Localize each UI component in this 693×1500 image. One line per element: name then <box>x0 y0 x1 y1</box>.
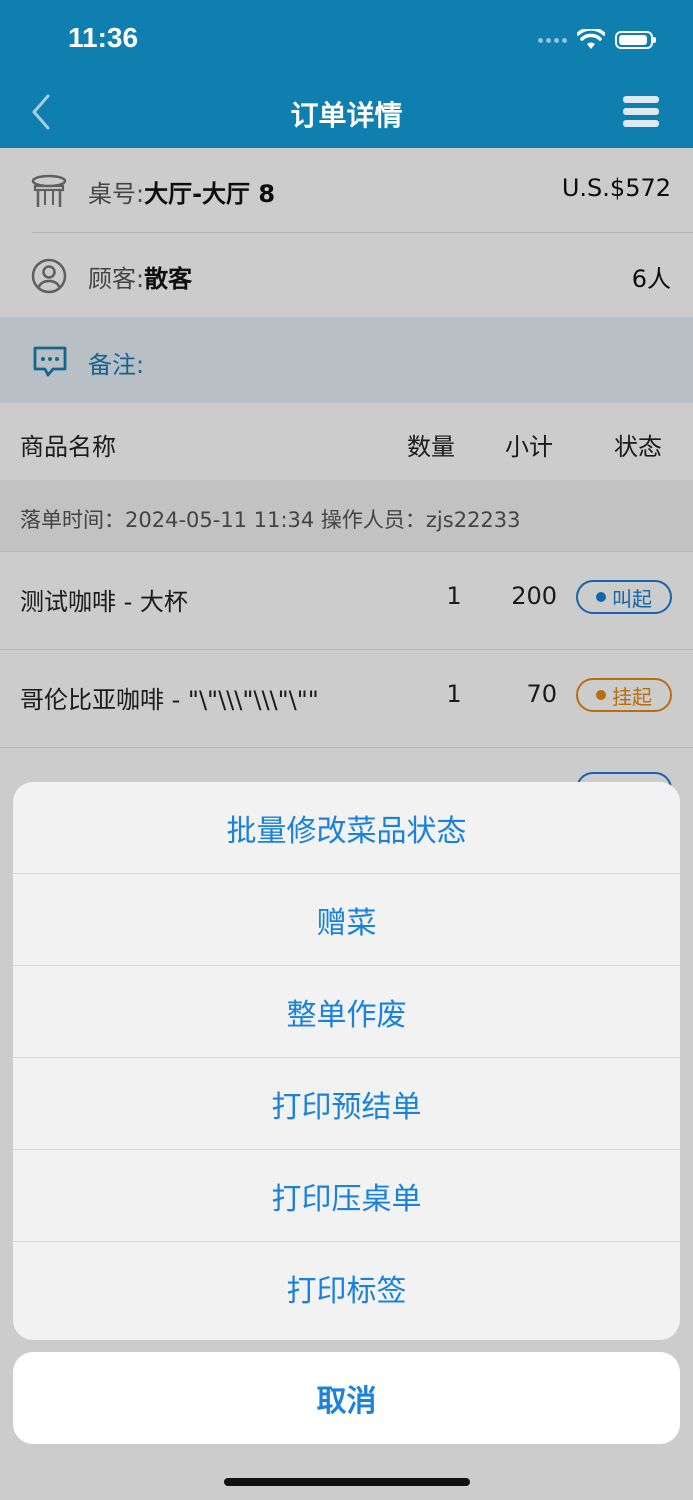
signal-icon <box>538 37 567 43</box>
batch-edit-status-option[interactable]: 批量修改菜品状态 <box>13 782 680 874</box>
print-table-slip-option[interactable]: 打印压桌单 <box>13 1150 680 1242</box>
battery-icon <box>615 31 656 49</box>
status-icons <box>538 26 656 54</box>
menu-icon[interactable] <box>623 96 659 130</box>
page-title: 订单详情 <box>290 99 403 132</box>
action-sheet: 批量修改菜品状态 赠菜 整单作废 打印预结单 打印压桌单 打印标签 <box>13 782 680 1340</box>
cancel-button[interactable]: 取消 <box>13 1352 680 1444</box>
gift-dish-option[interactable]: 赠菜 <box>13 874 680 966</box>
void-order-option[interactable]: 整单作废 <box>13 966 680 1058</box>
wifi-icon <box>577 29 605 49</box>
home-indicator[interactable] <box>224 1478 470 1486</box>
print-prebill-option[interactable]: 打印预结单 <box>13 1058 680 1150</box>
nav-header: 11:36 订单详情 <box>0 0 693 148</box>
status-time: 11:36 <box>68 22 139 53</box>
print-label-option[interactable]: 打印标签 <box>13 1242 680 1334</box>
